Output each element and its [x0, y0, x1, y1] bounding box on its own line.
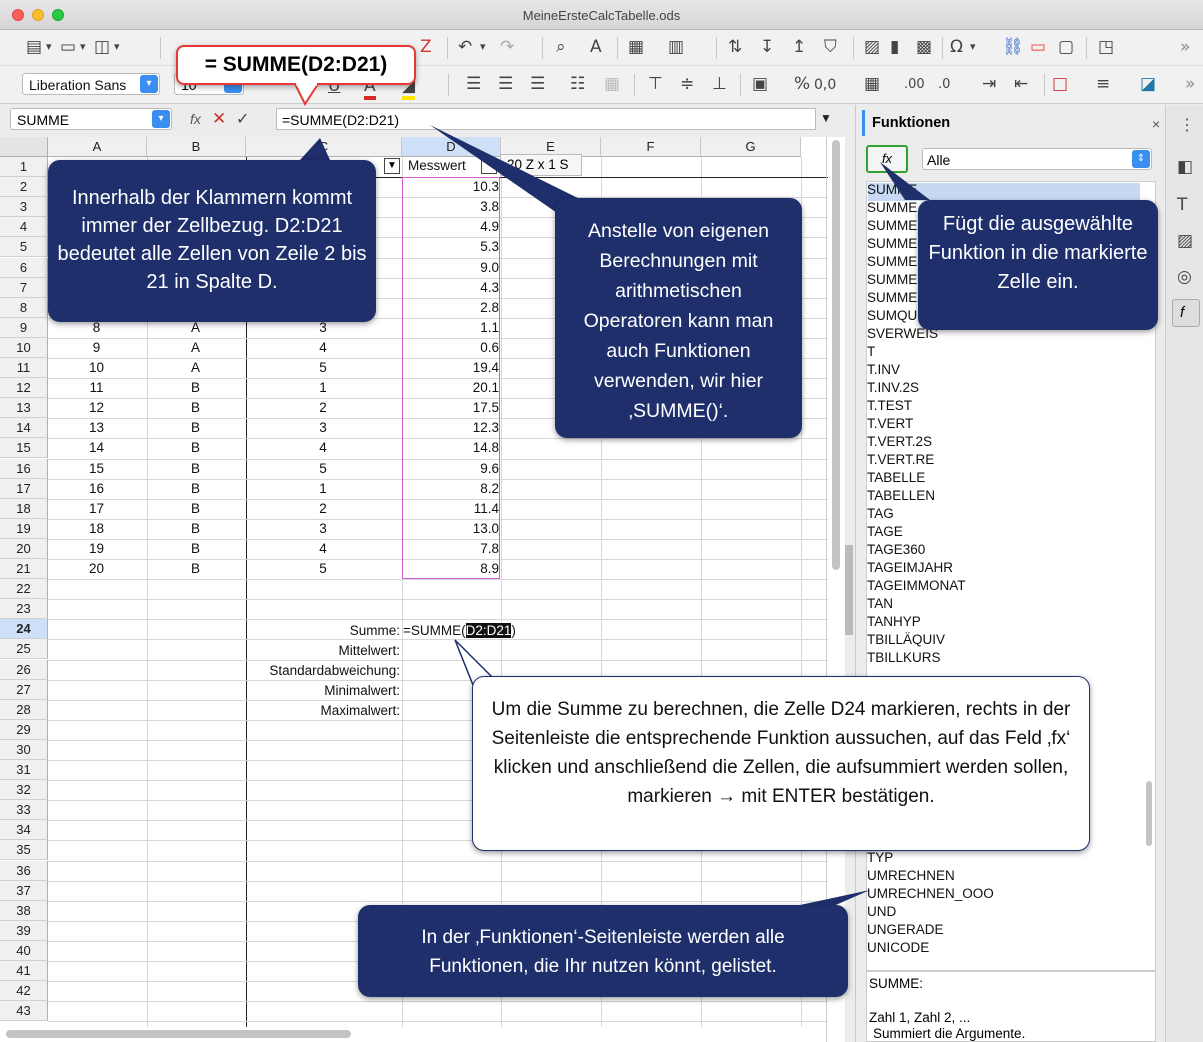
seitenleiste-callout: In der ‚Funktionen‘-Seitenleiste werden …	[358, 905, 848, 997]
fuegt-callout: Fügt die ausgewählte Funktion in die mar…	[918, 200, 1158, 330]
summe-berechnen-callout: Um die Summe zu berechnen, die Zelle D24…	[472, 676, 1090, 851]
klammern-callout: Innerhalb der Klammern kommt immer der Z…	[48, 160, 376, 322]
anstelle-callout: Anstelle von eigenen Berechnungen mit ar…	[555, 198, 802, 438]
app-window: { "window": {"title": "MeineErsteCalcTab…	[0, 0, 1203, 1042]
callout-pointers	[293, 82, 930, 925]
